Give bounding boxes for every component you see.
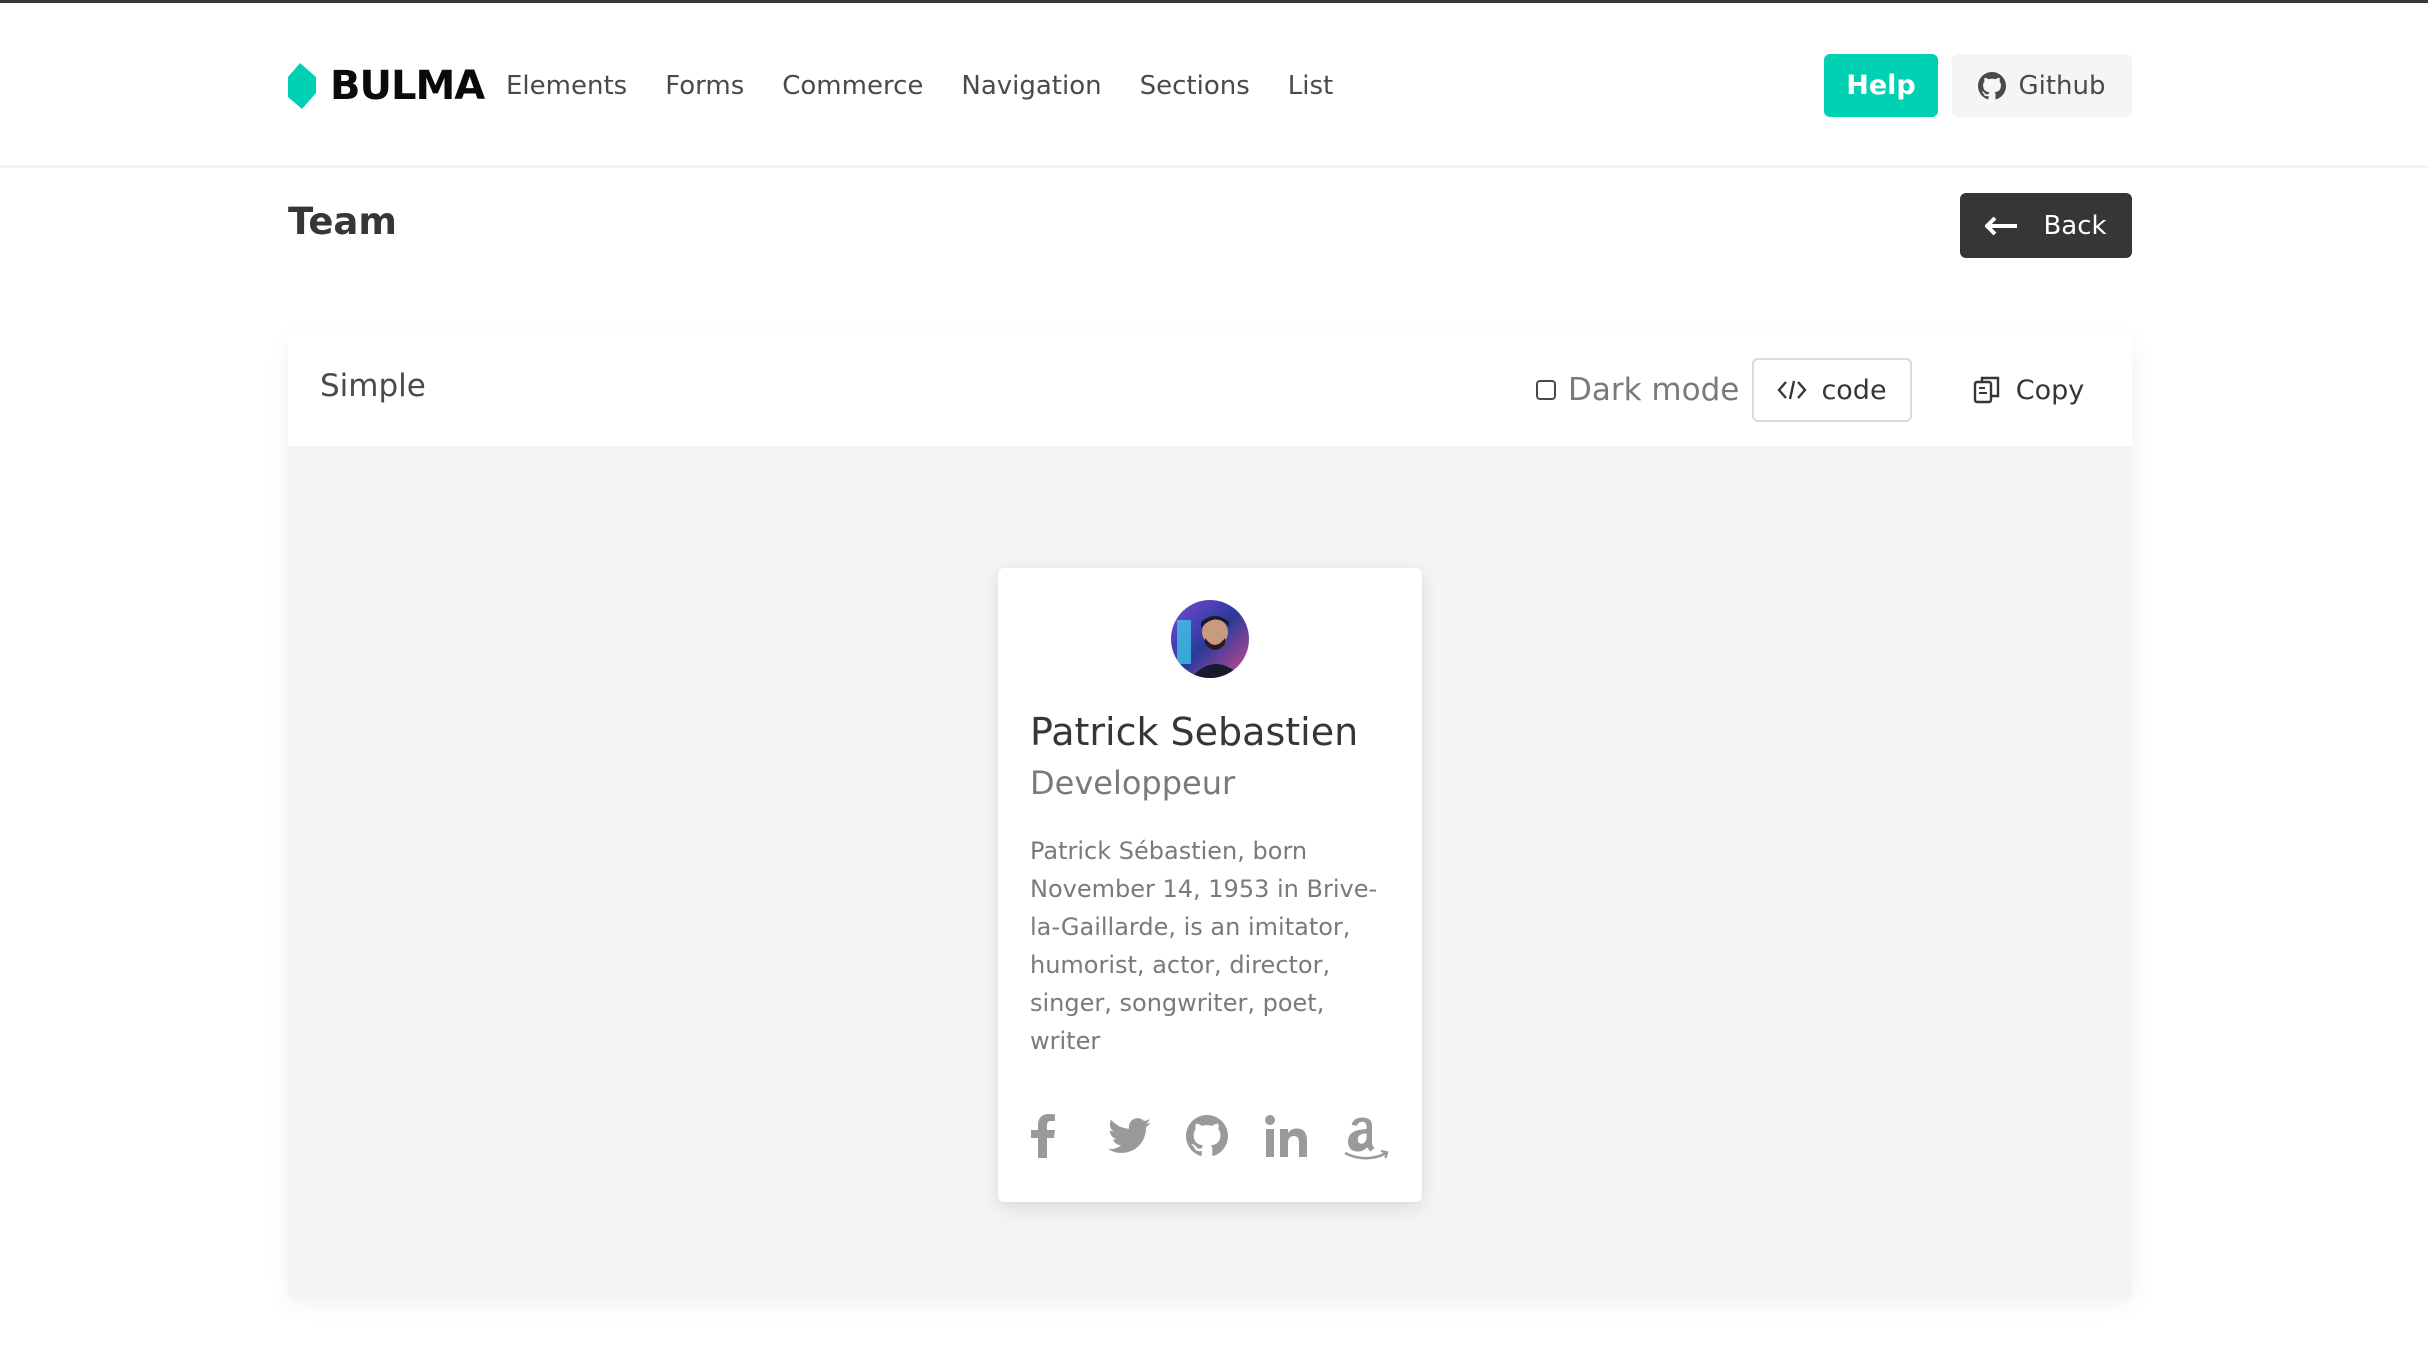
- twitter-icon: [1108, 1118, 1151, 1153]
- panel-title: Simple: [320, 368, 426, 404]
- dark-mode-label: Dark mode: [1568, 372, 1740, 408]
- github-button[interactable]: Github: [1952, 54, 2132, 117]
- nav-item-navigation[interactable]: Navigation: [961, 63, 1101, 109]
- copy-icon: [1973, 376, 1999, 404]
- member-bio: Patrick Sébastien, born November 14, 195…: [1030, 837, 1378, 1055]
- brand-name: BULMA: [330, 63, 485, 109]
- help-button[interactable]: Help: [1824, 54, 1938, 117]
- avatar-photo: [1171, 600, 1249, 678]
- linkedin-icon: [1265, 1115, 1307, 1157]
- nav-item-forms[interactable]: Forms: [665, 63, 744, 109]
- navbar: BULMA Elements Forms Commerce Navigation…: [0, 3, 2428, 168]
- nav-item-sections[interactable]: Sections: [1140, 63, 1250, 109]
- panel-header: Simple Dark mode code Copy: [288, 334, 2132, 446]
- dark-mode-checkbox[interactable]: [1536, 380, 1556, 400]
- twitter-link[interactable]: [1108, 1108, 1186, 1164]
- bulma-logo-icon: [288, 63, 316, 109]
- copy-label: Copy: [2015, 374, 2085, 406]
- dark-mode-toggle[interactable]: Dark mode: [1536, 372, 1739, 408]
- nav-item-list[interactable]: List: [1288, 63, 1333, 109]
- code-button[interactable]: code: [1752, 358, 1912, 422]
- example-panel: Simple Dark mode code Copy Patrick Sebas…: [288, 334, 2132, 1298]
- nav-item-elements[interactable]: Elements: [506, 63, 627, 109]
- facebook-link[interactable]: [1030, 1108, 1108, 1164]
- avatar: [1171, 600, 1249, 678]
- amazon-icon: [1344, 1117, 1389, 1160]
- github-link[interactable]: [1186, 1108, 1264, 1164]
- nav-item-commerce[interactable]: Commerce: [782, 63, 923, 109]
- arrow-left-icon: [1985, 216, 2018, 235]
- brand-logo[interactable]: BULMA: [286, 61, 485, 111]
- github-icon: [1186, 1115, 1228, 1156]
- member-role: Developpeur: [1030, 764, 1236, 802]
- page-title: Team: [288, 200, 397, 243]
- back-label: Back: [2043, 210, 2107, 241]
- back-button[interactable]: Back: [1960, 193, 2132, 258]
- team-member-card: Patrick Sebastien Developpeur Patrick Sé…: [998, 568, 1422, 1202]
- amazon-link[interactable]: [1342, 1108, 1420, 1164]
- code-label: code: [1821, 374, 1887, 406]
- member-name: Patrick Sebastien: [1030, 710, 1359, 754]
- code-icon: [1777, 380, 1808, 400]
- linkedin-link[interactable]: [1264, 1108, 1342, 1164]
- github-icon: [1978, 71, 2007, 99]
- github-label: Github: [2018, 70, 2106, 101]
- facebook-icon: [1031, 1114, 1055, 1158]
- social-links: [1030, 1108, 1420, 1164]
- nav-menu: Elements Forms Commerce Navigation Secti…: [506, 63, 1371, 109]
- copy-button[interactable]: Copy: [1960, 358, 2096, 422]
